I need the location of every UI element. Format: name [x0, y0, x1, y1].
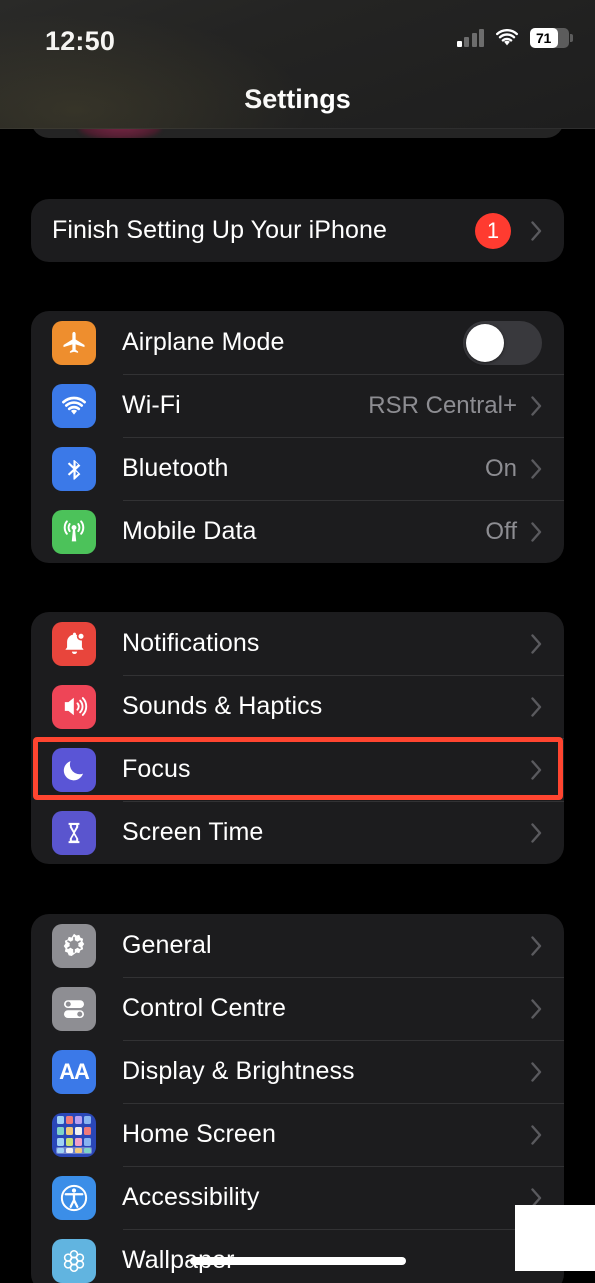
airplane-icon [52, 320, 96, 365]
white-overlay-block [515, 1205, 595, 1271]
battery-icon: 71 [530, 28, 573, 48]
gear-icon [52, 923, 96, 968]
chevron-right-icon [531, 759, 542, 780]
row-label: Notifications [122, 629, 260, 657]
row-label: Focus [122, 755, 191, 783]
chevron-right-icon [531, 521, 542, 542]
sliders-icon [52, 986, 96, 1031]
status-bar-clock: 12:50 [45, 26, 116, 56]
row-label: Mobile Data [122, 517, 257, 545]
aa-glyph: AA [59, 1058, 90, 1084]
settings-row-notifications[interactable]: Notifications [31, 612, 564, 675]
airplane-mode-toggle[interactable] [463, 320, 542, 365]
settings-row-screen-time[interactable]: Screen Time [31, 801, 564, 864]
status-bar-indicators: 71 [456, 28, 573, 48]
home-indicator [190, 1257, 406, 1265]
wifi-icon [496, 29, 518, 46]
row-value: On [484, 454, 517, 482]
row-label: Home Screen [122, 1120, 276, 1148]
bell-icon [52, 621, 96, 666]
hourglass-icon [52, 810, 96, 855]
chevron-right-icon [531, 395, 542, 416]
chevron-right-icon [531, 696, 542, 717]
row-label: Display & Brightness [122, 1057, 355, 1085]
settings-row-mobile-data[interactable]: Mobile Data Off [31, 500, 564, 563]
chevron-right-icon [531, 220, 542, 241]
settings-row-general[interactable]: General [31, 914, 564, 977]
settings-scroll-content: Finish Setting Up Your iPhone 1 Airplane… [0, 0, 595, 1283]
text-size-icon: AA [52, 1049, 96, 1094]
cellular-signal-icon [456, 29, 484, 47]
app-grid-icon [52, 1112, 96, 1157]
bluetooth-icon [52, 446, 96, 491]
chevron-right-icon [531, 998, 542, 1019]
status-bar: 12:50 71 [0, 0, 595, 62]
settings-row-finish-setting-up[interactable]: Finish Setting Up Your iPhone 1 [31, 199, 564, 262]
settings-row-bluetooth[interactable]: Bluetooth On [31, 437, 564, 500]
iphone-settings-screen: Finish Setting Up Your iPhone 1 Airplane… [0, 0, 595, 1283]
battery-percent-label: 71 [536, 30, 551, 46]
settings-row-wallpaper[interactable]: Wallpaper [31, 1229, 564, 1283]
row-label: Control Centre [122, 994, 286, 1022]
settings-row-home-screen[interactable]: Home Screen [31, 1103, 564, 1166]
chevron-right-icon [531, 633, 542, 654]
row-label: Accessibility [122, 1183, 260, 1211]
app-grid-dots [57, 1116, 91, 1146]
row-label: Airplane Mode [122, 328, 285, 356]
row-label: Sounds & Haptics [122, 692, 323, 720]
row-label: Wi-Fi [122, 391, 181, 419]
settings-row-focus[interactable]: Focus [31, 738, 564, 801]
row-label: Finish Setting Up Your iPhone [52, 216, 388, 244]
chevron-right-icon [531, 1124, 542, 1145]
toggle-knob [466, 323, 504, 362]
battery-nub [570, 34, 573, 42]
chevron-right-icon [531, 822, 542, 843]
settings-group-setup: Finish Setting Up Your iPhone 1 [31, 199, 564, 262]
settings-group-system: General Control Centre AA Display & Brig… [31, 914, 564, 1283]
chevron-right-icon [531, 935, 542, 956]
settings-group-notifications: Notifications Sounds & Haptics Focus Scr… [31, 612, 564, 864]
chevron-right-icon [531, 458, 542, 479]
settings-row-sounds-haptics[interactable]: Sounds & Haptics [31, 675, 564, 738]
settings-row-airplane-mode[interactable]: Airplane Mode [31, 311, 564, 374]
settings-group-connectivity: Airplane Mode Wi-Fi RSR Central+ Bluetoo… [31, 311, 564, 563]
speaker-icon [52, 684, 96, 729]
row-label: Screen Time [122, 818, 264, 846]
settings-row-accessibility[interactable]: Accessibility [31, 1166, 564, 1229]
navigation-header: 12:50 71 Settings [0, 0, 595, 129]
flower-icon [52, 1238, 96, 1283]
app-grid-dock [56, 1146, 92, 1154]
cellular-antenna-icon [52, 509, 96, 554]
row-label: Bluetooth [122, 454, 229, 482]
row-label: General [122, 931, 212, 959]
wifi-icon [52, 383, 96, 428]
row-value: Off [485, 517, 517, 545]
settings-row-wifi[interactable]: Wi-Fi RSR Central+ [31, 374, 564, 437]
chevron-right-icon [531, 1061, 542, 1082]
settings-row-control-centre[interactable]: Control Centre [31, 977, 564, 1040]
page-title: Settings [244, 84, 351, 114]
accessibility-icon [52, 1175, 96, 1220]
moon-icon [52, 747, 96, 792]
status-badge: 1 [475, 212, 511, 249]
settings-row-display-brightness[interactable]: AA Display & Brightness [31, 1040, 564, 1103]
row-value: RSR Central+ [368, 391, 517, 419]
